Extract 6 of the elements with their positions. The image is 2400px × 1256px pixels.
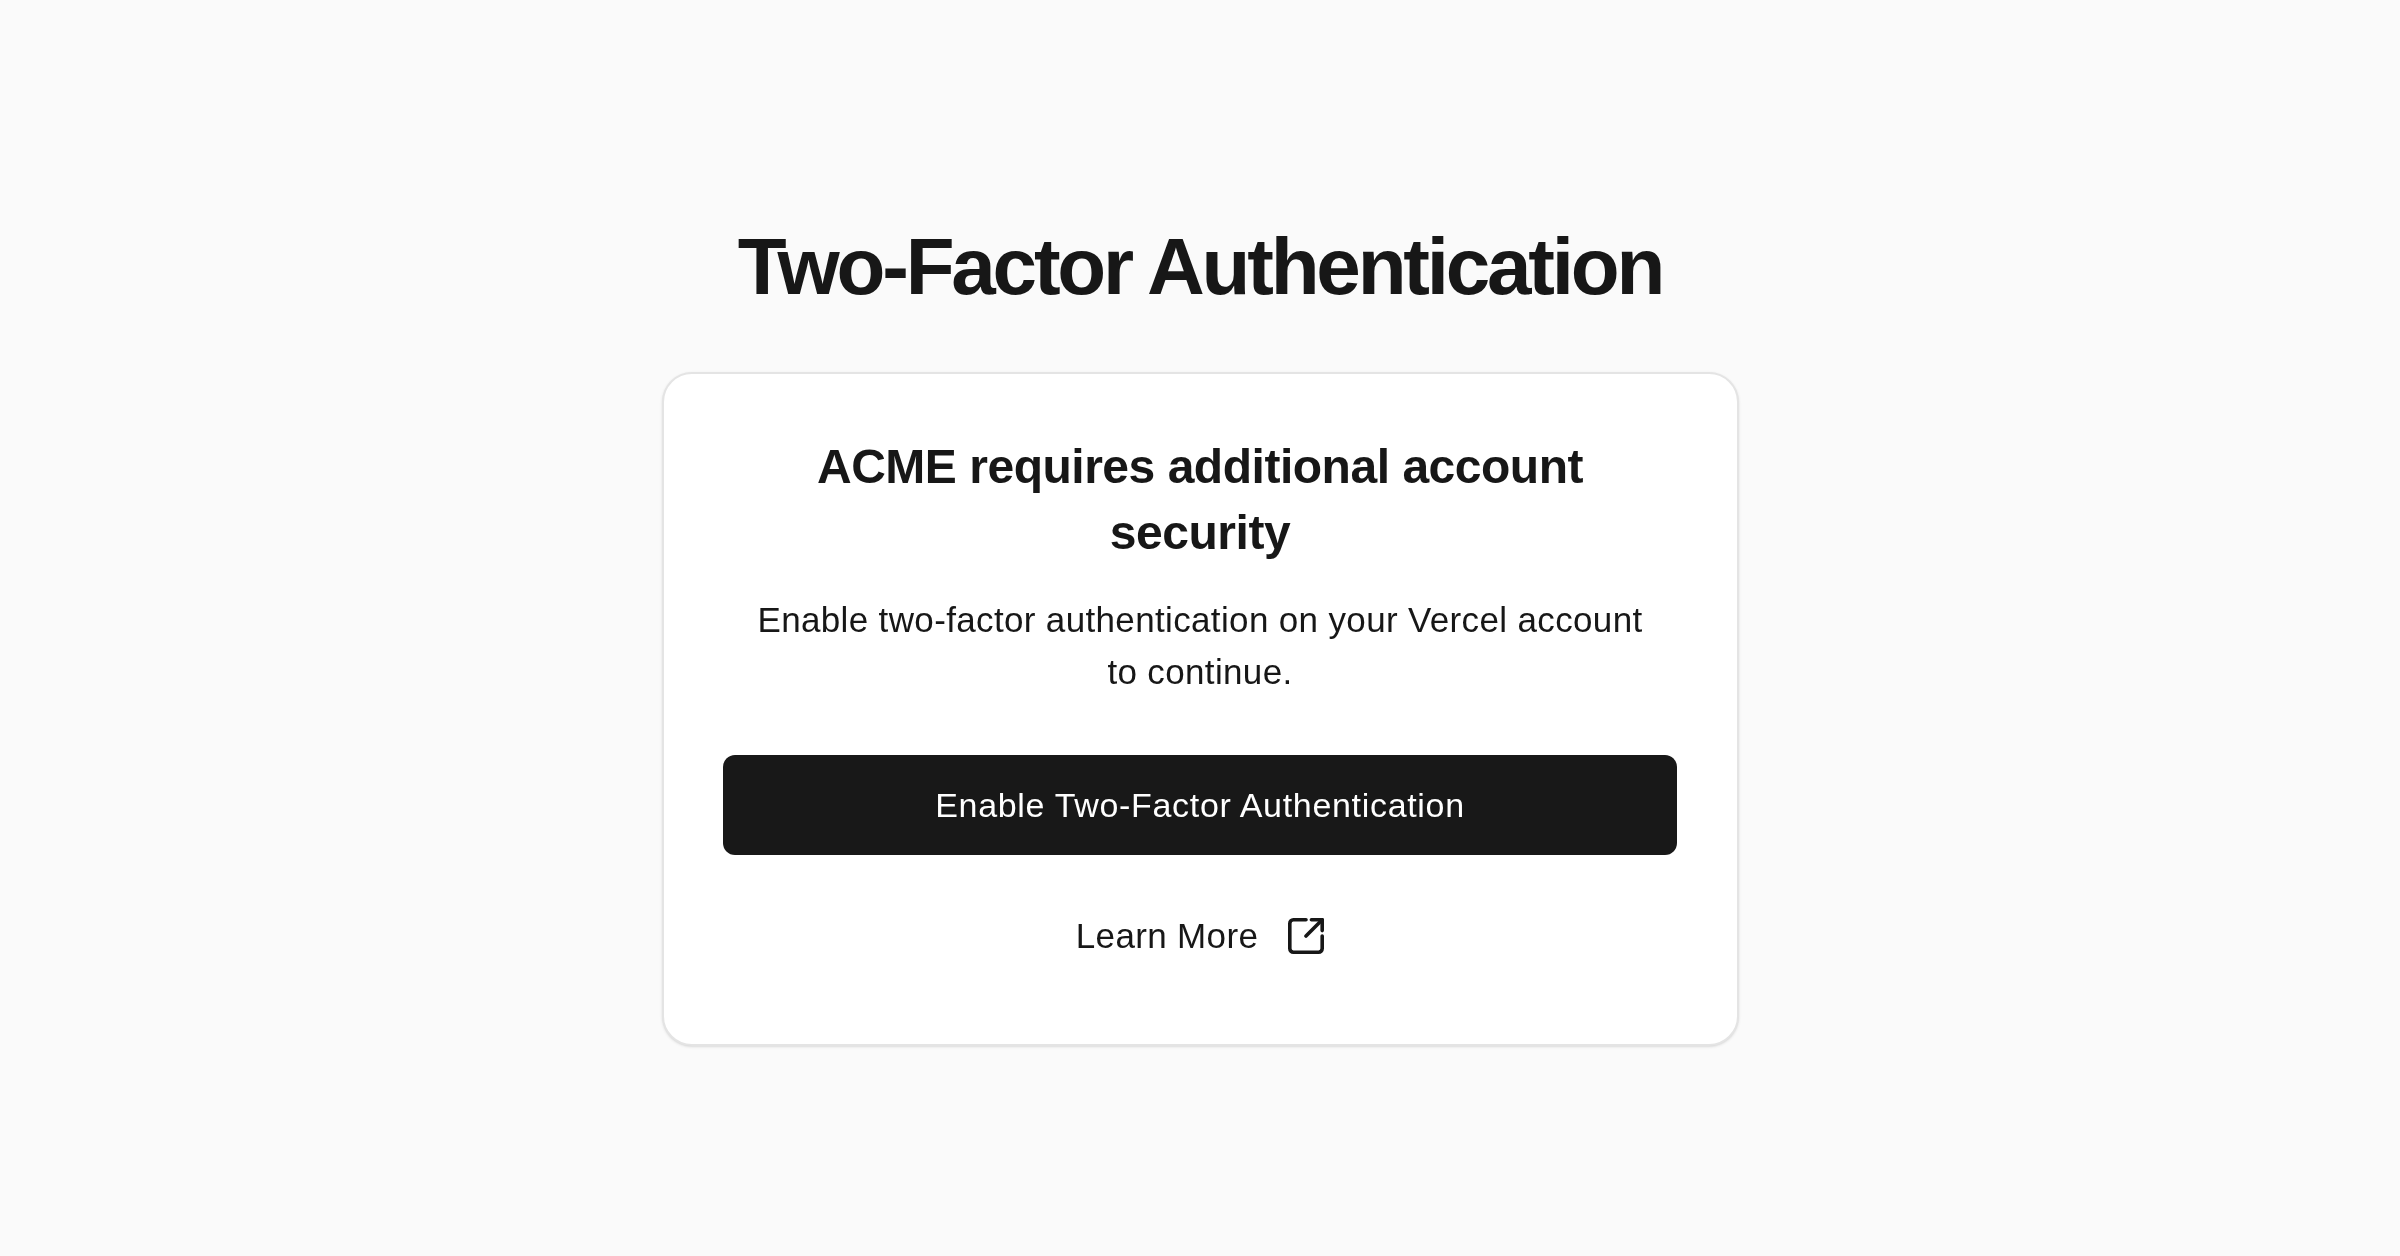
page-title: Two-Factor Authentication [737, 227, 1663, 307]
learn-more-link[interactable]: Learn More [1075, 916, 1325, 956]
external-link-icon [1288, 918, 1325, 954]
card-description: Enable two-factor authentication on your Vercel account to continue. [756, 599, 1644, 693]
enable-two-factor-button[interactable]: Enable Two-Factor Authentication [723, 755, 1677, 855]
card-heading: ACME requires additional account security [815, 439, 1585, 561]
